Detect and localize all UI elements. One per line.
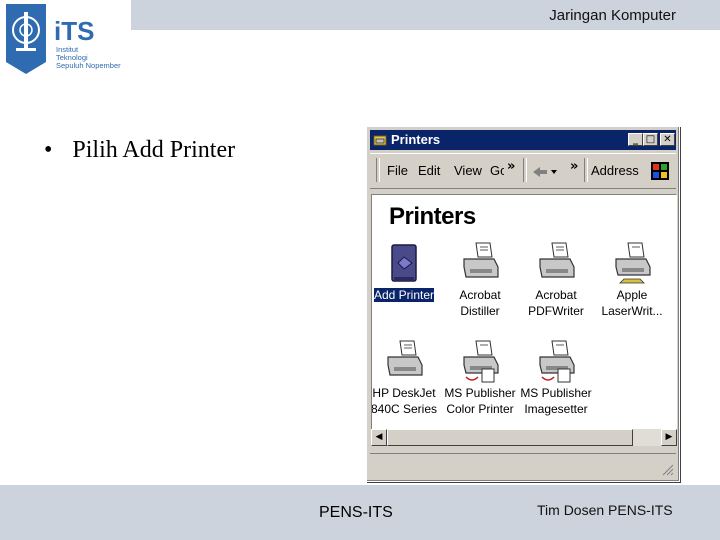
- resize-grip-icon[interactable]: [662, 464, 674, 476]
- menu-file[interactable]: File: [387, 163, 408, 178]
- icon-label: Acrobat Distiller: [459, 288, 501, 318]
- icon-ms-publisher-imagesetter[interactable]: MS Publisher Imagesetter: [520, 339, 592, 417]
- footer-author: Tim Dosen PENS-ITS: [537, 502, 673, 518]
- scroll-left-arrow-icon[interactable]: ◀: [371, 429, 387, 446]
- file-printer-icon: [539, 340, 575, 383]
- network-printer-icon: [615, 242, 651, 284]
- menu-toolbar: File Edit View Go » » Address: [370, 153, 676, 189]
- back-arrow-icon[interactable]: [532, 166, 558, 178]
- icon-label: MS Publisher Color Printer: [444, 386, 516, 416]
- icon-apple-laserwriter[interactable]: Apple LaserWrit...: [596, 241, 668, 319]
- scroll-right-arrow-icon[interactable]: ▶: [661, 429, 677, 446]
- address-label[interactable]: Address: [591, 163, 639, 178]
- icon-label-text: Add Printer: [372, 287, 436, 303]
- printer-icon: [463, 242, 499, 278]
- menu-go[interactable]: Go: [490, 163, 504, 178]
- window-title: Printers: [391, 132, 441, 147]
- toolbar-separator: [523, 158, 527, 182]
- toolbar-overflow-chevron-icon[interactable]: »: [570, 159, 578, 174]
- windows-logo-icon: [651, 162, 669, 180]
- scrollbar-thumb[interactable]: [387, 429, 633, 446]
- footer-institution: PENS-ITS: [319, 504, 393, 521]
- icon-label: Apple LaserWrit...: [601, 288, 663, 318]
- logo-line: Sepuluh Nopember: [56, 61, 121, 70]
- icon-add-printer[interactable]: Add Printer: [372, 241, 440, 303]
- icon-hp-deskjet[interactable]: HP DeskJet 840C Series: [371, 339, 440, 417]
- bullet-icon: •: [44, 137, 53, 163]
- toolbar-grip: [376, 158, 380, 182]
- printers-folder-view[interactable]: Printers Add Printer Acrobat Distiller A…: [371, 194, 677, 444]
- icon-label: HP DeskJet 840C Series: [371, 386, 438, 416]
- file-printer-icon: [463, 340, 499, 383]
- icon-ms-publisher-color-printer[interactable]: MS Publisher Color Printer: [444, 339, 516, 417]
- printers-window[interactable]: Printers _ □ ✕ File Edit View Go » » Add…: [366, 126, 680, 482]
- bullet-point: • Pilih Add Printer: [44, 137, 235, 164]
- menu-edit[interactable]: Edit: [418, 163, 440, 178]
- menu-overflow-chevron-icon[interactable]: »: [507, 159, 515, 174]
- its-logo: iTS Institut Teknologi Sepuluh Nopember: [4, 2, 130, 76]
- icon-label: MS Publisher Imagesetter: [520, 386, 592, 416]
- menu-view[interactable]: View: [454, 163, 482, 178]
- add-printer-icon: [391, 244, 417, 282]
- icon-acrobat-distiller[interactable]: Acrobat Distiller: [444, 241, 516, 319]
- maximize-button[interactable]: □: [643, 133, 658, 146]
- header-bar: Jaringan Komputer: [131, 0, 720, 30]
- icon-acrobat-pdfwriter[interactable]: Acrobat PDFWriter: [520, 241, 592, 319]
- status-bar: [370, 453, 676, 478]
- bullet-text: Pilih Add Printer: [72, 137, 236, 163]
- printer-folder-icon: [373, 135, 387, 146]
- svg-text:iTS: iTS: [54, 16, 94, 46]
- toolbar-separator: [584, 158, 588, 182]
- printer-icon: [539, 242, 575, 278]
- minimize-button[interactable]: _: [628, 133, 643, 146]
- course-title: Jaringan Komputer: [549, 7, 676, 24]
- close-button[interactable]: ✕: [660, 133, 675, 146]
- horizontal-scrollbar[interactable]: ◀ ▶: [371, 429, 677, 446]
- window-titlebar[interactable]: Printers _ □ ✕: [370, 130, 676, 150]
- folder-title: Printers: [389, 203, 476, 230]
- logo-text: Institut Teknologi Sepuluh Nopember: [56, 46, 121, 70]
- printer-icon: [387, 340, 423, 376]
- icon-label: Acrobat PDFWriter: [528, 288, 584, 318]
- icon-label: Add Printer: [372, 287, 440, 303]
- footer-bar: PENS-ITS Tim Dosen PENS-ITS: [0, 485, 720, 540]
